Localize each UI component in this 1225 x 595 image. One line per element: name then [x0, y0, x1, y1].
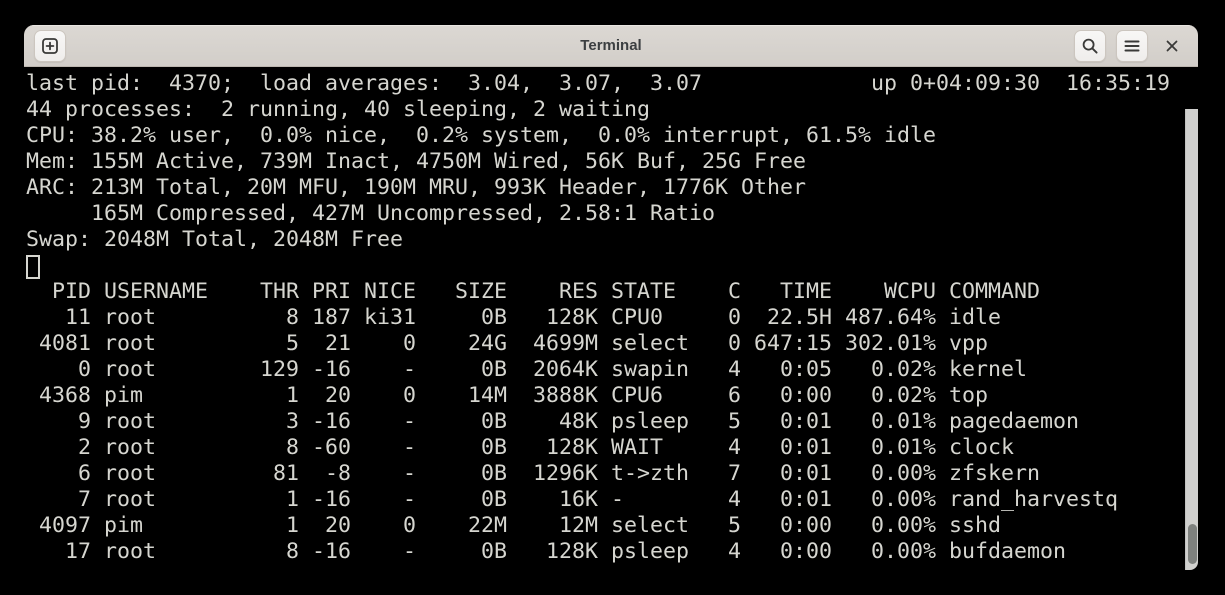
titlebar-controls	[1074, 25, 1186, 67]
process-table-rows: 11 root 8 187 ki31 0B 128K CPU0 0 22.5H …	[26, 305, 1182, 565]
scrollbar[interactable]	[1185, 109, 1198, 570]
process-table-header: PID USERNAME THR PRI NICE SIZE RES STATE…	[26, 279, 1182, 305]
top-summary: last pid: 4370; load averages: 3.04, 3.0…	[26, 71, 1182, 253]
terminal-window: Terminal	[24, 25, 1198, 570]
menu-icon	[1123, 37, 1141, 55]
new-tab-icon	[41, 37, 59, 55]
search-icon	[1081, 37, 1099, 55]
terminal-content[interactable]: last pid: 4370; load averages: 3.04, 3.0…	[24, 67, 1198, 570]
titlebar[interactable]: Terminal	[24, 25, 1198, 67]
close-icon	[1164, 38, 1180, 54]
terminal-output: last pid: 4370; load averages: 3.04, 3.0…	[26, 71, 1182, 565]
terminal-cursor	[26, 255, 40, 279]
search-button[interactable]	[1074, 30, 1106, 62]
scrollbar-thumb[interactable]	[1188, 524, 1197, 564]
cursor-line	[26, 253, 1182, 279]
close-button[interactable]	[1158, 30, 1186, 62]
menu-button[interactable]	[1116, 30, 1148, 62]
new-tab-button[interactable]	[34, 30, 66, 62]
window-title: Terminal	[24, 25, 1198, 66]
